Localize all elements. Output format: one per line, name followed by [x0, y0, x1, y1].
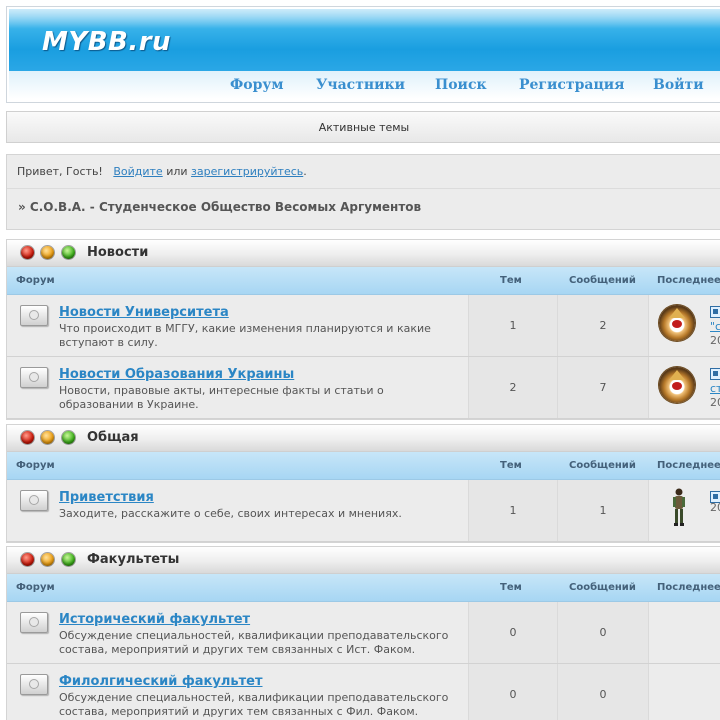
col-forum: Форум — [16, 582, 55, 593]
category-header: Общая — [7, 425, 720, 452]
user-avatar[interactable] — [659, 367, 695, 403]
column-headers: Форум Тем Сообщений Последнее — [7, 267, 720, 295]
col-topics: Тем — [500, 460, 522, 471]
topic-count: 1 — [509, 504, 517, 517]
green-dot-icon — [62, 553, 75, 566]
nav-register[interactable]: Регистрация — [519, 77, 625, 93]
user-avatar[interactable] — [671, 487, 687, 527]
column-headers: Форум Тем Сообщений Последнее — [7, 574, 720, 602]
forum-row: Исторический факультет Обсуждение специа… — [7, 602, 720, 664]
welcome-divider — [7, 188, 720, 189]
nav-login[interactable]: Войти — [653, 77, 704, 93]
forum-description: Обсуждение специальностей, квалификации … — [59, 691, 449, 718]
yellow-dot-icon — [41, 553, 54, 566]
greeting-text: Привет, Гость! — [17, 165, 103, 178]
topic-count: 1 — [509, 319, 517, 332]
col-forum: Форум — [16, 460, 55, 471]
last-post-icon[interactable] — [710, 368, 720, 380]
or-text: или — [166, 165, 188, 178]
category-general: Общая Форум Тем Сообщений Последнее Прив… — [6, 424, 720, 543]
nav-forum[interactable]: Форум — [230, 77, 284, 93]
col-last: Последнее — [657, 460, 720, 471]
main-nav: Форум Участники Поиск Регистрация Войти — [9, 71, 720, 99]
last-post-icon[interactable] — [710, 306, 720, 318]
nav-search[interactable]: Поиск — [435, 77, 487, 93]
category-title: Факультеты — [87, 552, 180, 567]
last-post-date: 200 — [710, 396, 720, 409]
yellow-dot-icon — [41, 246, 54, 259]
red-dot-icon — [21, 246, 34, 259]
forum-link[interactable]: Новости Образования Украины — [59, 367, 294, 382]
period-text: . — [303, 165, 307, 178]
col-last: Последнее — [657, 582, 720, 593]
col-posts: Сообщений — [569, 460, 636, 471]
topic-count: 2 — [509, 381, 517, 394]
post-count: 0 — [599, 626, 607, 639]
col-forum: Форум — [16, 275, 55, 286]
site-logo[interactable]: MYBB.ru — [42, 27, 171, 57]
category-faculties: Факультеты Форум Тем Сообщений Последнее… — [6, 546, 720, 720]
yellow-dot-icon — [41, 431, 54, 444]
category-title: Общая — [87, 430, 139, 445]
active-topics-bar: Активные темы — [6, 111, 720, 143]
user-avatar[interactable] — [659, 305, 695, 341]
category-title: Новости — [87, 245, 149, 260]
forum-link[interactable]: Новости Университета — [59, 305, 229, 320]
forum-row: Новости Образования Украины Новости, пра… — [7, 357, 720, 419]
red-dot-icon — [21, 431, 34, 444]
last-post-date: 200 — [710, 334, 720, 347]
forum-status-icon — [20, 490, 48, 511]
topic-count: 0 — [509, 688, 517, 701]
forum-description: Что происходит в МГГУ, какие изменения п… — [59, 322, 431, 349]
col-posts: Сообщений — [569, 275, 636, 286]
site-header: MYBB.ru Форум Участники Поиск Регистраци… — [6, 6, 720, 103]
post-count: 1 — [599, 504, 607, 517]
green-dot-icon — [62, 431, 75, 444]
category-news: Новости Форум Тем Сообщений Последнее Но… — [6, 239, 720, 420]
col-last: Последнее — [657, 275, 720, 286]
forum-link[interactable]: Приветствия — [59, 490, 154, 505]
post-count: 7 — [599, 381, 607, 394]
col-topics: Тем — [500, 582, 522, 593]
welcome-line: Привет, Гость! Войдите или зарегистрируй… — [17, 165, 307, 178]
forum-page: MYBB.ru Форум Участники Поиск Регистраци… — [0, 0, 720, 720]
nav-members[interactable]: Участники — [316, 77, 405, 93]
forum-link[interactable]: Исторический факультет — [59, 612, 250, 627]
post-count: 0 — [599, 688, 607, 701]
col-topics: Тем — [500, 275, 522, 286]
topic-count: 0 — [509, 626, 517, 639]
forum-status-icon — [20, 305, 48, 326]
forum-row: Новости Университета Что происходит в МГ… — [7, 295, 720, 357]
red-dot-icon — [21, 553, 34, 566]
green-dot-icon — [62, 246, 75, 259]
login-link[interactable]: Войдите — [113, 165, 162, 178]
post-count: 2 — [599, 319, 607, 332]
forum-link[interactable]: Филолгический факультет — [59, 674, 263, 689]
welcome-box: Привет, Гость! Войдите или зарегистрируй… — [6, 154, 720, 230]
forum-description: Заходите, расскажите о себе, своих интер… — [59, 507, 402, 520]
forum-row: Филолгический факультет Обсуждение специ… — [7, 664, 720, 720]
forum-row: Приветствия Заходите, расскажите о себе,… — [7, 480, 720, 542]
last-post-link[interactable]: "сл — [710, 320, 720, 333]
last-post-date: 200 — [710, 501, 720, 514]
col-posts: Сообщений — [569, 582, 636, 593]
column-headers: Форум Тем Сообщений Последнее — [7, 452, 720, 480]
breadcrumb: » С.О.В.А. - Студенческое Общество Весом… — [18, 200, 422, 214]
forum-description: Новости, правовые акты, интересные факты… — [59, 384, 384, 411]
forum-status-icon — [20, 367, 48, 388]
forum-status-icon — [20, 674, 48, 695]
category-header: Факультеты — [7, 547, 720, 574]
last-post-link[interactable]: сту — [710, 382, 720, 395]
active-topics-link[interactable]: Активные темы — [7, 121, 720, 134]
forum-description: Обсуждение специальностей, квалификации … — [59, 629, 449, 656]
register-link[interactable]: зарегистрируйтесь — [191, 165, 303, 178]
forum-status-icon — [20, 612, 48, 633]
category-header: Новости — [7, 240, 720, 267]
